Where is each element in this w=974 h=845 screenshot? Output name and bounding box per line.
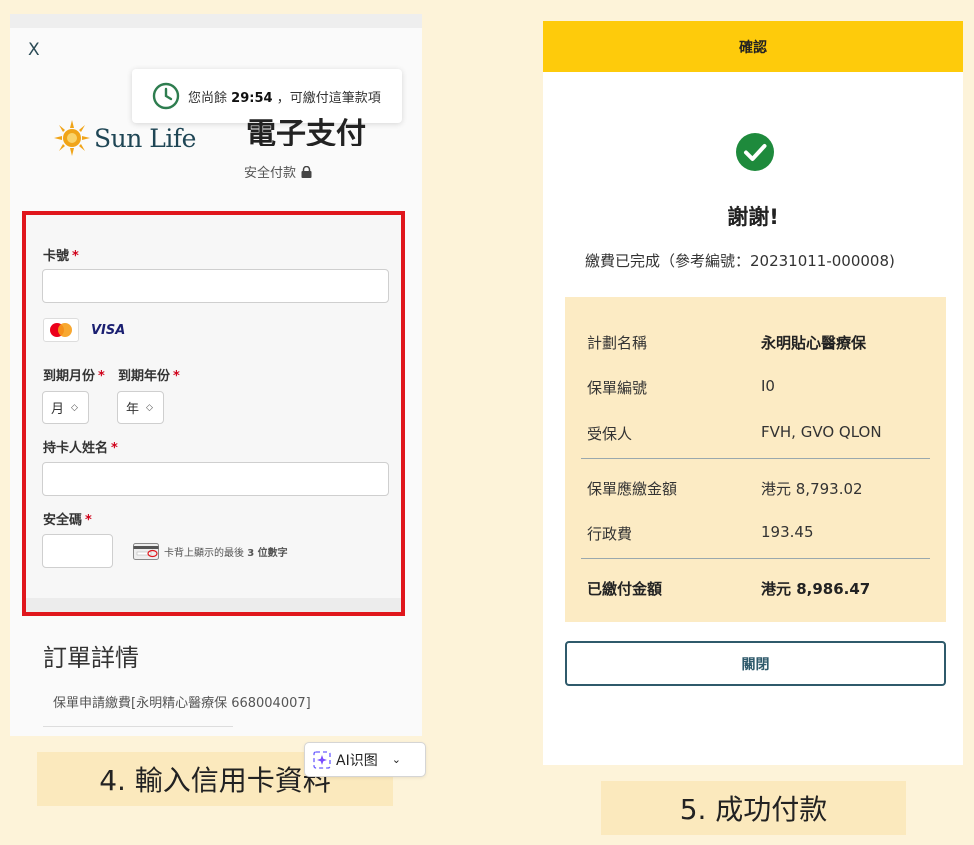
page-title: 電子支付	[246, 117, 366, 146]
payment-confirmation-screenshot: 確認 謝謝! 繳費已完成（參考編號：20231011-000008) 計劃名稱 …	[543, 21, 963, 765]
clock-icon	[152, 82, 180, 110]
payment-details-panel: 計劃名稱 永明貼心醫療保 保單編號 I0 受保人 FVH, GVO QLON 保…	[565, 297, 946, 622]
card-form-highlight: 卡號 * VISA 到期月份 * 到期年份 * 月 ◇ 年 ◇ 持卡人姓名 * 安全碼 *	[22, 211, 405, 616]
expiry-year-label: 到期年份 *	[118, 369, 180, 384]
secure-payment-label: 安全付款	[244, 162, 312, 181]
card-number-input[interactable]	[42, 269, 389, 303]
chevron-updown-icon: ◇	[71, 402, 78, 413]
check-circle-icon	[736, 133, 774, 171]
divider	[581, 558, 930, 559]
thank-you-heading: 謝謝!	[727, 205, 779, 229]
chevron-updown-icon: ◇	[146, 402, 153, 413]
form-footer-strip	[26, 598, 401, 612]
expiry-month-label: 到期月份 *	[43, 369, 105, 384]
sunlife-logo: Sun Life	[52, 118, 196, 158]
cvv-label: 安全碼 *	[43, 513, 92, 528]
visa-icon: VISA	[91, 322, 126, 338]
payment-form-screenshot: X 您尚餘 29:54 ，可繳付這筆款項 Sun Life 電子支付 安全付款 …	[10, 14, 422, 736]
divider	[43, 726, 233, 727]
chevron-down-icon: ⌄	[391, 753, 401, 766]
cardholder-name-input[interactable]	[42, 462, 389, 496]
reference-number-text: 繳費已完成（參考編號：20231011-000008)	[585, 252, 895, 270]
close-icon[interactable]: X	[28, 40, 40, 60]
order-details-title: 訂單詳情	[43, 644, 139, 672]
ai-badge-label: AI识图	[336, 752, 378, 769]
countdown-text: 您尚餘 29:54 ，可繳付這筆款項	[188, 90, 381, 106]
sun-icon	[54, 120, 90, 156]
expiry-year-select[interactable]: 年 ◇	[117, 391, 164, 424]
top-strip	[10, 14, 422, 28]
divider	[581, 458, 930, 459]
card-brand-logos: VISA	[43, 318, 125, 342]
order-item-text: 保單申請繳費[永明精心醫療保 668004007]	[53, 696, 311, 711]
card-number-label: 卡號 *	[43, 249, 79, 264]
ai-recognize-button[interactable]: AI识图 ⌄	[304, 742, 426, 777]
cvv-hint: 卡背上顯示的最後 3 位數字	[133, 543, 288, 560]
sparkle-icon	[313, 750, 331, 769]
brand-wordmark: Sun Life	[94, 123, 196, 153]
confirm-header: 確認	[543, 21, 963, 72]
lock-icon	[301, 165, 312, 178]
step-5-caption: 5. 成功付款	[601, 781, 906, 835]
countdown-time: 29:54	[231, 90, 273, 106]
card-back-icon	[133, 543, 159, 560]
cvv-input[interactable]	[42, 534, 113, 568]
cardholder-name-label: 持卡人姓名 *	[43, 441, 118, 456]
close-button[interactable]: 關閉	[565, 641, 946, 686]
mastercard-icon	[43, 318, 79, 342]
expiry-month-select[interactable]: 月 ◇	[42, 391, 89, 424]
